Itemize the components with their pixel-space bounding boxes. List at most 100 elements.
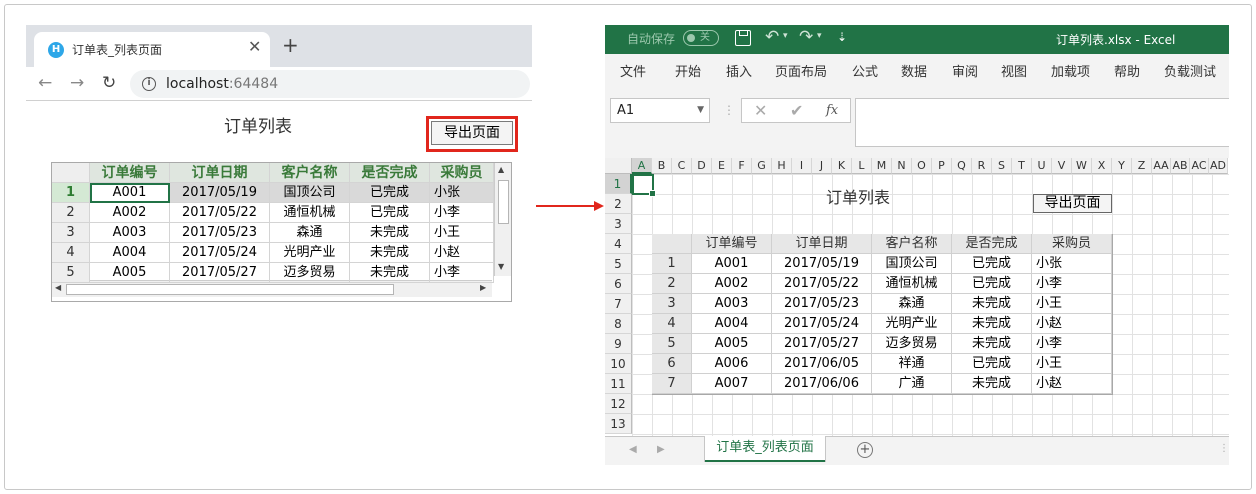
table-cell[interactable]: 迈多贸易	[270, 263, 350, 283]
name-box[interactable]: A1 ▼	[610, 98, 710, 123]
row-header[interactable]: 2	[605, 194, 632, 214]
menu-item[interactable]: 视图	[1001, 61, 1027, 80]
table-cell[interactable]: 迈多贸易	[872, 334, 952, 354]
table-cell[interactable]: A004	[692, 314, 772, 334]
row-header[interactable]: 6	[605, 274, 632, 294]
column-header[interactable]: 订单编号	[90, 163, 170, 183]
table-cell[interactable]: 2017/05/19	[772, 254, 872, 274]
redo-dropdown-icon[interactable]: ▾	[817, 31, 822, 41]
row-header[interactable]: 3	[605, 214, 632, 234]
column-header[interactable]: W	[1072, 158, 1092, 174]
row-header[interactable]: 5	[52, 263, 90, 283]
row-header[interactable]: 3	[52, 223, 90, 243]
column-header[interactable]: N	[892, 158, 912, 174]
table-cell[interactable]: 2017/06/05	[772, 354, 872, 374]
undo-dropdown-icon[interactable]: ▾	[783, 31, 788, 41]
menu-item[interactable]: 开始	[675, 61, 701, 80]
table-cell[interactable]: A003	[692, 294, 772, 314]
row-header[interactable]: 10	[605, 354, 632, 374]
column-header[interactable]: AC	[1190, 158, 1209, 174]
sheet-tab[interactable]: 订单表_列表页面	[705, 436, 825, 462]
table-cell[interactable]: 已完成	[952, 354, 1032, 374]
column-header[interactable]: V	[1052, 158, 1072, 174]
table-cell[interactable]: 未完成	[952, 294, 1032, 314]
row-header[interactable]: 9	[605, 334, 632, 354]
column-header[interactable]: B	[652, 158, 672, 174]
row-header[interactable]: 13	[605, 414, 632, 434]
table-cell[interactable]: 2017/05/23	[772, 294, 872, 314]
export-page-button[interactable]: 导出页面	[431, 121, 513, 145]
table-cell[interactable]: 小赵	[430, 243, 494, 263]
drag-handle-icon[interactable]: ⋮	[723, 103, 735, 117]
table-row-number[interactable]: 6	[652, 354, 692, 374]
table-header-cell[interactable]: 采购员	[1032, 234, 1112, 254]
column-header[interactable]: G	[752, 158, 772, 174]
table-cell[interactable]: 2017/05/22	[772, 274, 872, 294]
column-header[interactable]: T	[1012, 158, 1032, 174]
table-cell[interactable]: A007	[692, 374, 772, 394]
column-header[interactable]: K	[832, 158, 852, 174]
table-cell[interactable]: 广通	[872, 374, 952, 394]
autosave-toggle[interactable]: 关	[683, 30, 719, 46]
menu-item[interactable]: 文件	[620, 61, 646, 80]
menu-item[interactable]: 插入	[726, 61, 752, 80]
next-sheet-icon[interactable]: ▶	[657, 444, 665, 455]
table-cell[interactable]: 小赵	[1032, 314, 1112, 334]
menu-item[interactable]: 数据	[901, 61, 927, 80]
browser-tab[interactable]: H 订单表_列表页面 ✕	[34, 32, 270, 67]
table-header-cell[interactable]: 订单编号	[692, 234, 772, 254]
scroll-thumb[interactable]	[66, 284, 394, 295]
table-row-number[interactable]: 1	[652, 254, 692, 274]
table-cell[interactable]: 已完成	[952, 254, 1032, 274]
table-cell[interactable]: 2017/05/27	[170, 263, 270, 283]
table-cell[interactable]: 小王	[1032, 294, 1112, 314]
table-header-cell[interactable]: 是否完成	[952, 234, 1032, 254]
column-header[interactable]: 客户名称	[270, 163, 350, 183]
order-grid[interactable]: ▲ ▼ ◀ ▶ 订单编号 订单日期 客户名称 是否完成 采购员 1 A001 2017/05/…	[51, 162, 512, 302]
column-header[interactable]: AD	[1209, 158, 1228, 174]
column-header[interactable]: E	[712, 158, 732, 174]
row-header[interactable]: 12	[605, 394, 632, 414]
table-cell[interactable]: 光明产业	[872, 314, 952, 334]
insert-function-icon[interactable]: fx	[826, 103, 838, 118]
check-icon[interactable]: ✔	[790, 101, 803, 120]
table-cell[interactable]: A005	[692, 334, 772, 354]
column-header[interactable]: P	[932, 158, 952, 174]
table-row-number[interactable]: 7	[652, 374, 692, 394]
table-cell[interactable]: A001	[692, 254, 772, 274]
column-header[interactable]: 订单日期	[170, 163, 270, 183]
menu-item[interactable]: 审阅	[952, 61, 978, 80]
table-cell[interactable]: 未完成	[952, 314, 1032, 334]
table-cell[interactable]: 2017/05/22	[170, 203, 270, 223]
column-header[interactable]: Q	[952, 158, 972, 174]
scroll-down-icon[interactable]: ▼	[498, 262, 504, 271]
column-header[interactable]: A	[632, 158, 652, 174]
scroll-up-icon[interactable]: ▲	[498, 165, 504, 174]
column-header[interactable]: I	[792, 158, 812, 174]
add-sheet-icon[interactable]: +	[857, 442, 873, 458]
table-cell[interactable]: 小赵	[1032, 374, 1112, 394]
back-icon[interactable]: ←	[38, 73, 52, 93]
redo-icon[interactable]: ↷	[799, 27, 813, 47]
table-cell[interactable]: 未完成	[350, 263, 430, 283]
more-icon[interactable]: ⋮	[1219, 443, 1229, 454]
column-header[interactable]: AB	[1171, 158, 1190, 174]
info-icon[interactable]: i	[142, 77, 156, 91]
column-header[interactable]: U	[1032, 158, 1052, 174]
table-cell[interactable]: 森通	[872, 294, 952, 314]
column-header[interactable]: O	[912, 158, 932, 174]
table-row-number[interactable]: 2	[652, 274, 692, 294]
save-icon[interactable]	[735, 30, 751, 46]
table-cell[interactable]: A001	[90, 183, 170, 203]
table-cell[interactable]: 小王	[430, 223, 494, 243]
row-header[interactable]: 5	[605, 254, 632, 274]
column-header[interactable]: 采购员	[430, 163, 494, 183]
row-header[interactable]: 4	[52, 243, 90, 263]
menu-item[interactable]: 公式	[852, 61, 878, 80]
active-cell-a1[interactable]	[632, 174, 656, 197]
table-cell[interactable]: 小张	[430, 183, 494, 203]
undo-icon[interactable]: ↶	[765, 27, 779, 47]
menu-item[interactable]: 帮助	[1114, 61, 1140, 80]
chevron-down-icon[interactable]: ▼	[697, 99, 704, 122]
column-header[interactable]: Z	[1132, 158, 1152, 174]
